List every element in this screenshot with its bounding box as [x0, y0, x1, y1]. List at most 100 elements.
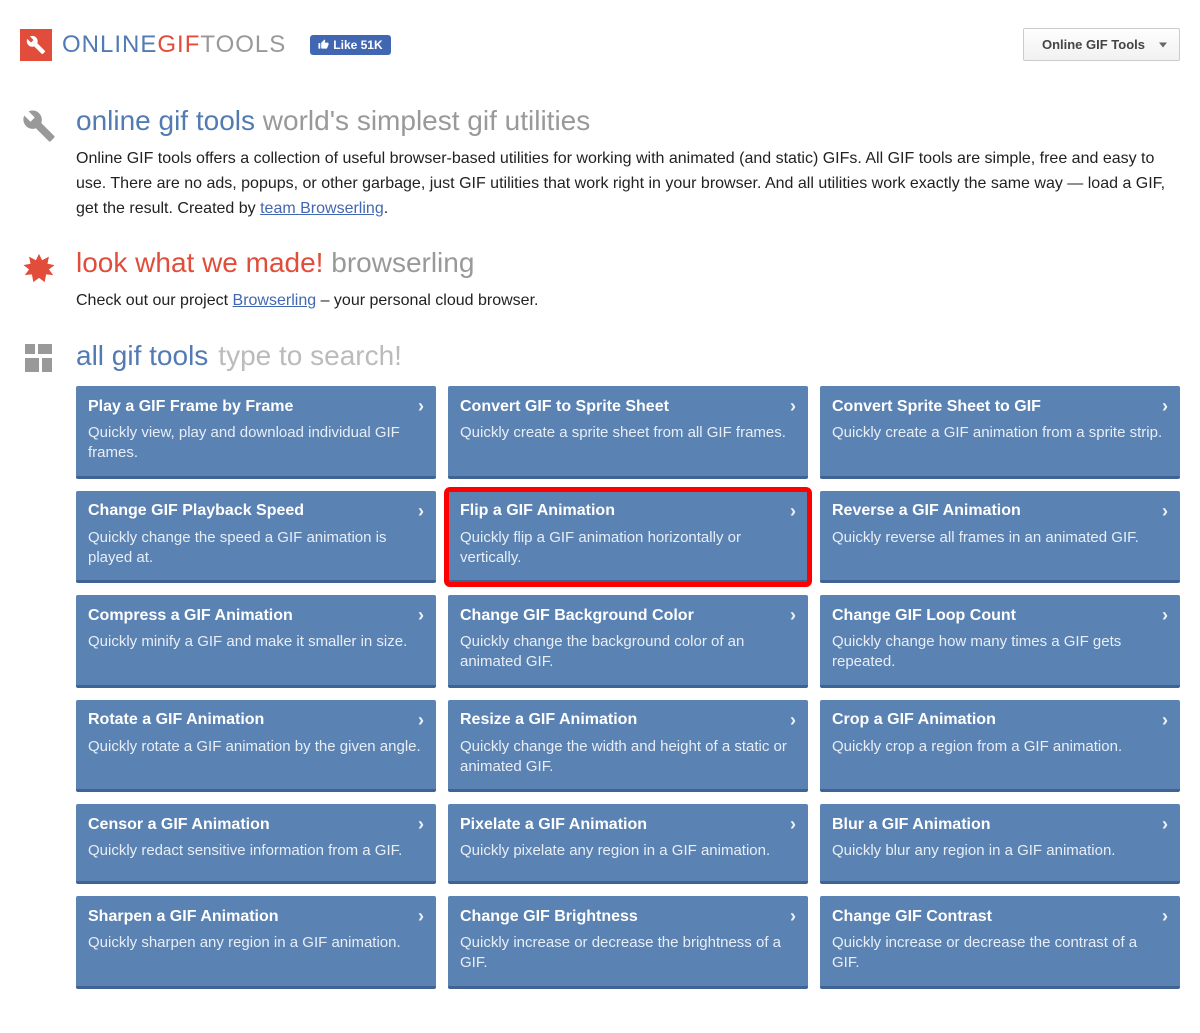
tool-card[interactable]: Pixelate a GIF Animation › Quickly pixelat…: [448, 804, 808, 884]
chevron-right-icon: ›: [1162, 501, 1168, 522]
chevron-right-icon: ›: [1162, 605, 1168, 626]
tool-card[interactable]: Play a GIF Frame by Frame › Quickly view, …: [76, 386, 436, 479]
tool-description: Quickly reverse all frames in an animate…: [832, 528, 1168, 548]
tool-description: Quickly blur any region in a GIF animati…: [832, 841, 1168, 861]
intro-section: online gif tools world's simplest gif ut…: [20, 105, 1180, 221]
tool-card[interactable]: Resize a GIF Animation › Quickly change th…: [448, 700, 808, 793]
tool-description: Quickly create a sprite sheet from all G…: [460, 423, 796, 443]
tool-card[interactable]: Crop a GIF Animation › Quickly crop a regi…: [820, 700, 1180, 793]
thumbs-up-icon: [318, 39, 329, 50]
logo-part3: TOOLS: [200, 31, 286, 58]
tool-title: Reverse a GIF Animation: [832, 502, 1021, 520]
chevron-right-icon: ›: [418, 605, 424, 626]
promo-desc-post: – your personal cloud browser.: [316, 292, 538, 309]
tool-description: Quickly change how many times a GIF gets…: [832, 632, 1168, 673]
tool-title: Change GIF Background Color: [460, 607, 694, 625]
tool-card[interactable]: Sharpen a GIF Animation › Quickly sharpen …: [76, 896, 436, 989]
fb-like-label: Like 51K: [333, 38, 382, 52]
chevron-right-icon: ›: [418, 396, 424, 417]
chevron-right-icon: ›: [418, 501, 424, 522]
promo-title-gray: browserling: [331, 247, 474, 278]
intro-description: Online GIF tools offers a collection of …: [76, 147, 1180, 221]
tool-card[interactable]: Change GIF Background Color›Quickly chan…: [448, 595, 808, 688]
tool-card[interactable]: Flip a GIF Animation›Quickly flip a GIF …: [448, 491, 808, 584]
tool-description: Quickly redact sensitive information fro…: [88, 841, 424, 861]
tool-description: Quickly pixelate any region in a GIF ani…: [460, 841, 796, 861]
tool-description: Quickly flip a GIF animation horizontall…: [460, 528, 796, 569]
topbar: ONLINEGIFTOOLS Like 51K Online GIF Tools: [20, 20, 1180, 79]
tool-description: Quickly change the background color of a…: [460, 632, 796, 673]
tool-title: Pixelate a GIF Animation: [460, 816, 647, 834]
tool-card[interactable]: Convert GIF to Sprite Sheet›Quickly crea…: [448, 386, 808, 479]
chevron-right-icon: ›: [790, 396, 796, 417]
tool-grid: Play a GIF Frame by Frame › Quickly view, …: [20, 386, 1180, 989]
tool-title: Change GIF Contrast: [832, 908, 992, 926]
tool-card[interactable]: Blur a GIF Animation › Quickly blur any re…: [820, 804, 1180, 884]
team-browserling-link[interactable]: team Browserling: [260, 200, 384, 217]
tool-title: Convert Sprite Sheet to GIF: [832, 398, 1041, 416]
chevron-right-icon: ›: [790, 710, 796, 731]
tool-card[interactable]: Compress a GIF Animation › Quickly minify …: [76, 595, 436, 688]
tool-card[interactable]: Change GIF Playback Speed › Quickly change…: [76, 491, 436, 584]
tool-card[interactable]: Change GIF Brightness › Quickly increase o…: [448, 896, 808, 989]
tool-card[interactable]: Change GIF Loop Count › Quickly change how…: [820, 595, 1180, 688]
tool-description: Quickly crop a region from a GIF animati…: [832, 737, 1168, 757]
facebook-like-button[interactable]: Like 51K: [310, 35, 390, 55]
chevron-right-icon: ›: [1162, 396, 1168, 417]
search-input[interactable]: [218, 340, 598, 372]
chevron-right-icon: ›: [1162, 814, 1168, 835]
intro-title-blue: online gif tools: [76, 105, 255, 136]
tool-description: Quickly rotate a GIF animation by the gi…: [88, 737, 424, 757]
tool-card[interactable]: Convert Sprite Sheet to GIF›Quickly crea…: [820, 386, 1180, 479]
tool-title: Sharpen a GIF Animation: [88, 908, 279, 926]
all-tools-label: all gif tools: [76, 340, 208, 372]
chevron-right-icon: ›: [418, 906, 424, 927]
logo-part2: GIF: [157, 31, 200, 58]
tool-title: Compress a GIF Animation: [88, 607, 293, 625]
intro-title-gray: world's simplest gif utilities: [263, 105, 590, 136]
tool-title: Rotate a GIF Animation: [88, 711, 264, 729]
search-row: all gif tools: [76, 340, 1180, 372]
tool-title: Change GIF Playback Speed: [88, 502, 304, 520]
grid-icon: [20, 340, 58, 372]
chevron-right-icon: ›: [790, 906, 796, 927]
tool-title: Change GIF Brightness: [460, 908, 638, 926]
tool-description: Quickly increase or decrease the contras…: [832, 933, 1168, 974]
tool-card[interactable]: Reverse a GIF Animation › Quickly reverse …: [820, 491, 1180, 584]
tool-description: Quickly view, play and download individu…: [88, 423, 424, 464]
burst-icon: [20, 247, 58, 314]
tool-title: Blur a GIF Animation: [832, 816, 991, 834]
intro-desc-post: .: [384, 200, 388, 217]
promo-description: Check out our project Browserling – your…: [76, 289, 1180, 314]
tool-card[interactable]: Censor a GIF Animation › Quickly redact se…: [76, 804, 436, 884]
promo-title: look what we made! browserling: [76, 247, 1180, 279]
chevron-right-icon: ›: [790, 814, 796, 835]
intro-title: online gif tools world's simplest gif ut…: [76, 105, 1180, 137]
chevron-right-icon: ›: [790, 501, 796, 522]
tool-title: Censor a GIF Animation: [88, 816, 270, 834]
wrench-icon: [20, 105, 58, 221]
tool-description: Quickly sharpen any region in a GIF anim…: [88, 933, 424, 953]
browserling-link[interactable]: Browserling: [233, 292, 317, 309]
tool-title: Crop a GIF Animation: [832, 711, 996, 729]
chevron-right-icon: ›: [1162, 906, 1168, 927]
chevron-right-icon: ›: [418, 710, 424, 731]
tool-description: Quickly change the speed a GIF animation…: [88, 528, 424, 569]
promo-desc-pre: Check out our project: [76, 292, 233, 309]
tool-description: Quickly change the width and height of a…: [460, 737, 796, 778]
tools-section-header: all gif tools: [20, 340, 1180, 372]
logo-icon: [20, 29, 52, 61]
logo-part1: ONLINE: [62, 31, 157, 58]
tool-title: Resize a GIF Animation: [460, 711, 637, 729]
tool-card[interactable]: Change GIF Contrast › Quickly increase or …: [820, 896, 1180, 989]
chevron-right-icon: ›: [1162, 710, 1168, 731]
tool-title: Play a GIF Frame by Frame: [88, 398, 293, 416]
tool-title: Change GIF Loop Count: [832, 607, 1016, 625]
tool-description: Quickly increase or decrease the brightn…: [460, 933, 796, 974]
tools-dropdown-button[interactable]: Online GIF Tools: [1023, 28, 1180, 61]
tool-card[interactable]: Rotate a GIF Animation › Quickly rotate a …: [76, 700, 436, 793]
promo-title-red: look what we made!: [76, 247, 323, 278]
chevron-right-icon: ›: [418, 814, 424, 835]
tool-description: Quickly minify a GIF and make it smaller…: [88, 632, 424, 652]
intro-desc-pre: Online GIF tools offers a collection of …: [76, 150, 1165, 217]
